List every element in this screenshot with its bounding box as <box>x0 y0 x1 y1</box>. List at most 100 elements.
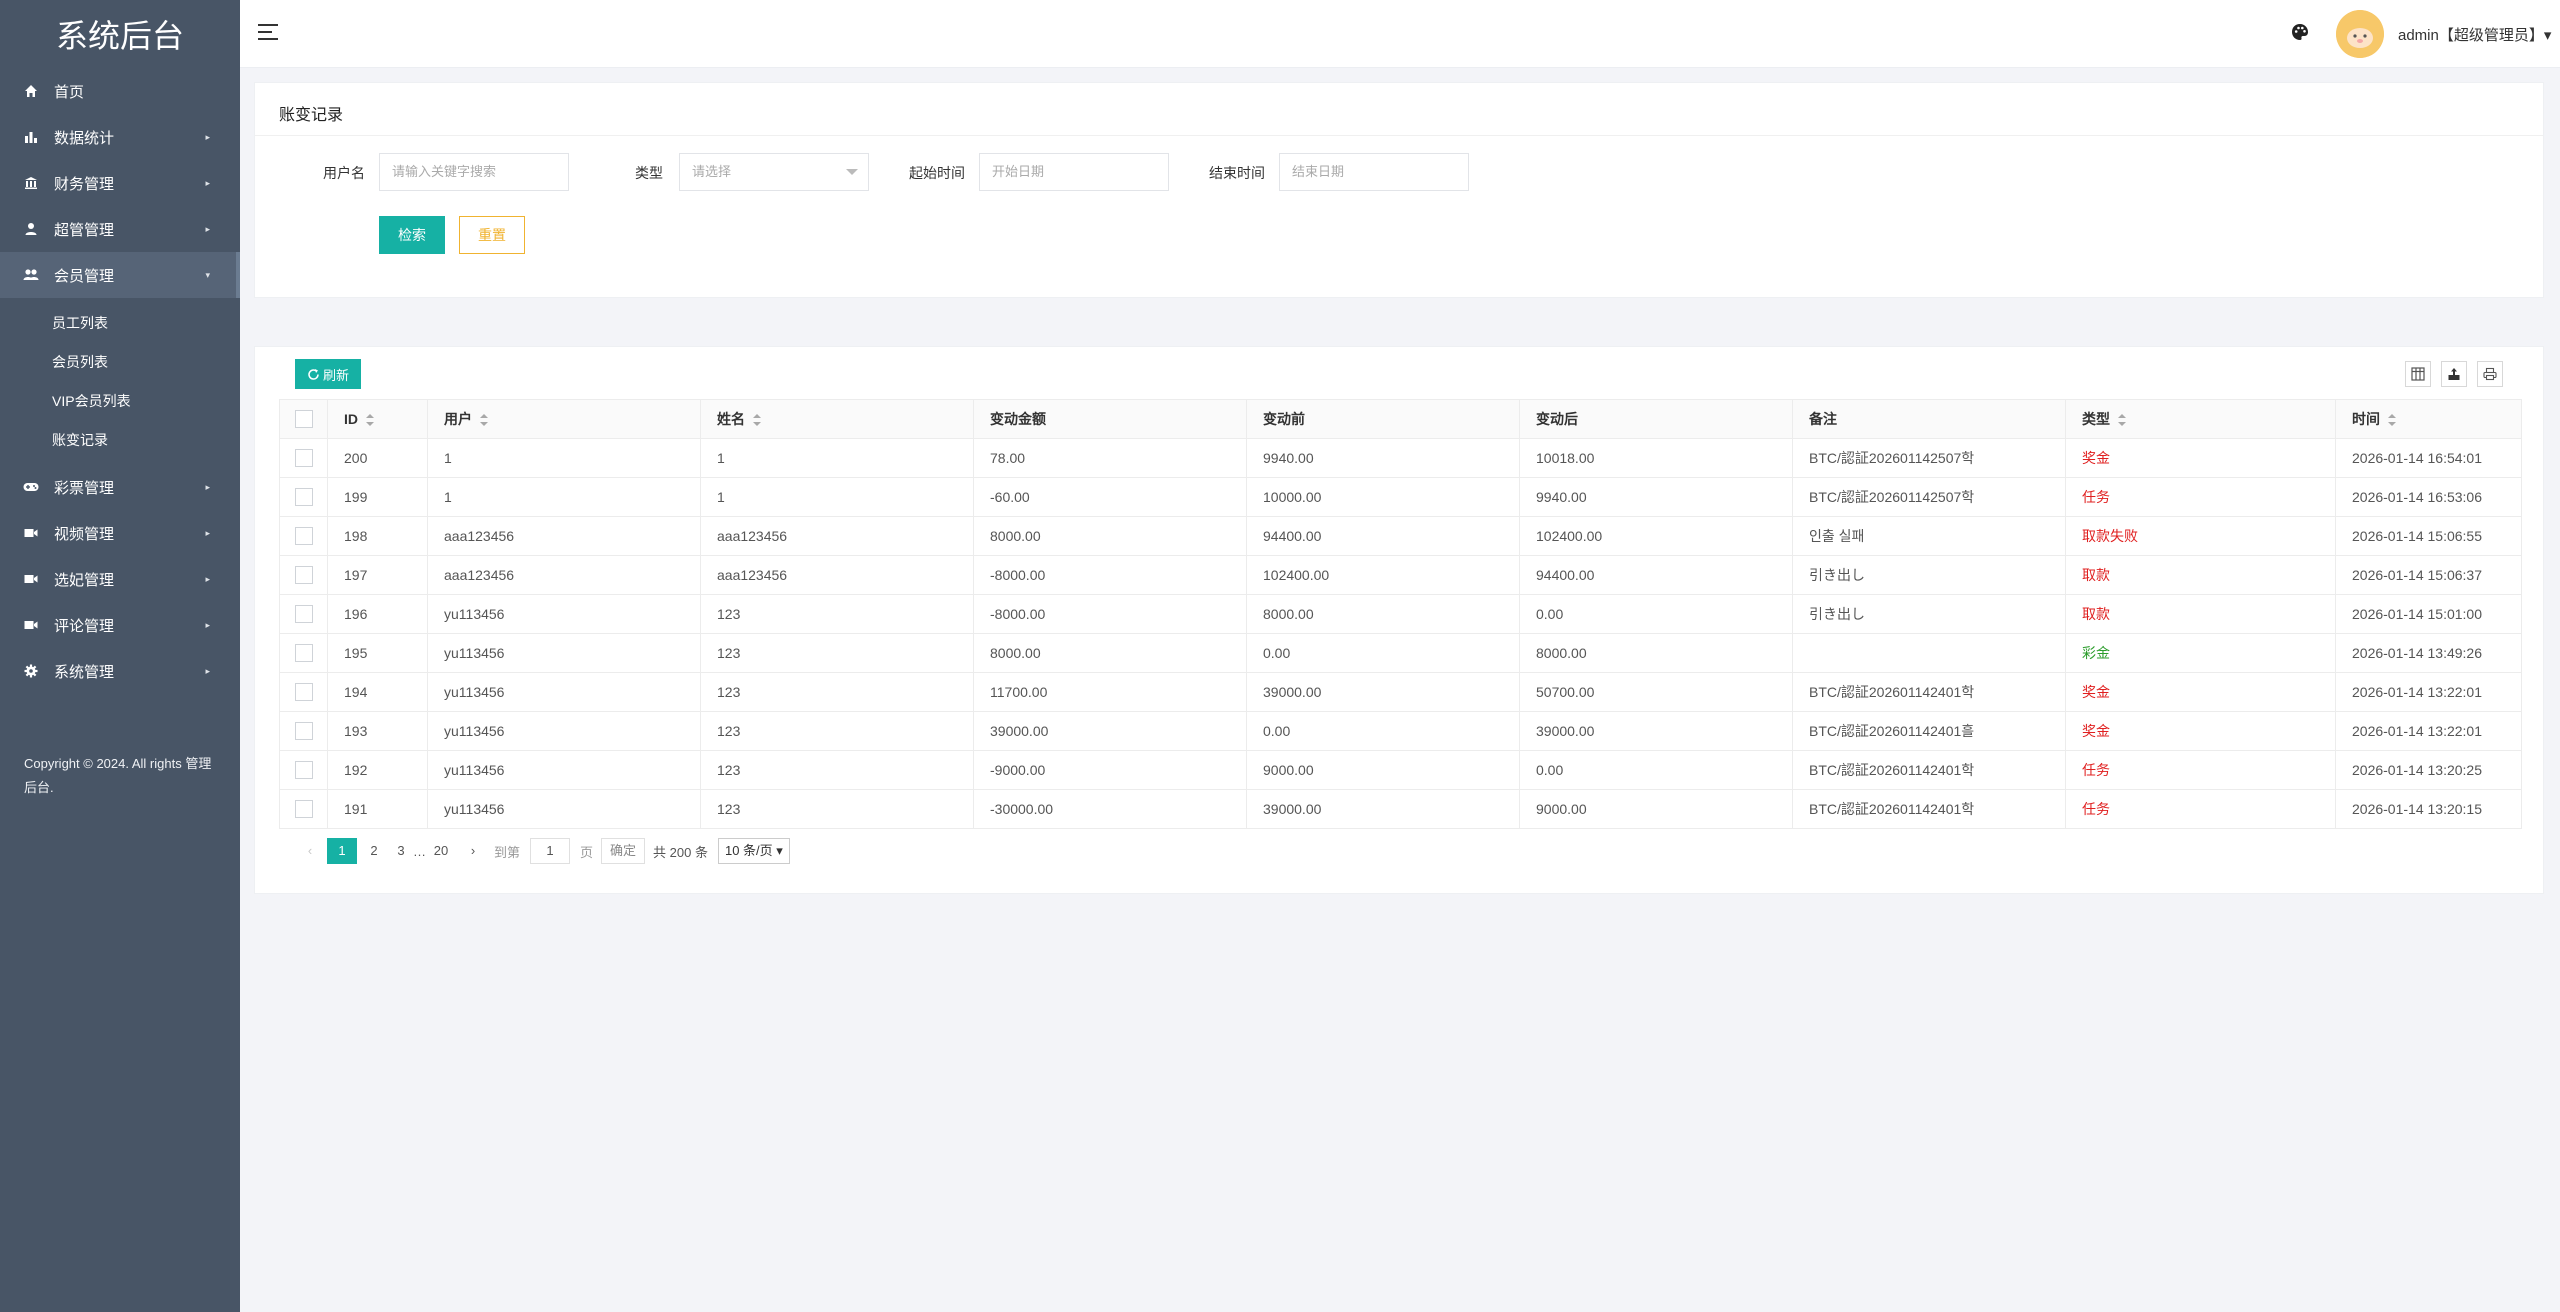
table-row: 197 aaa123456 aaa123456 -8000.00 102400.00 94… <box>279 555 2522 595</box>
cell-amount: 8000.00 <box>973 633 1247 673</box>
row-checkbox[interactable] <box>279 594 328 634</box>
export-icon[interactable] <box>2441 361 2467 387</box>
sidebar: 系统后台 首页 数据统计 ▸ 财务管理 ▸ 超管管理 ▸ 会员管理 ▾ 员工列表… <box>0 0 240 1312</box>
table-row: 192 yu113456 123 -9000.00 9000.00 0.00 BTC/認証2… <box>279 750 2522 790</box>
next-page-button[interactable]: › <box>458 838 488 864</box>
sidebar-item-lottery[interactable]: 彩票管理 ▸ <box>0 464 240 510</box>
row-checkbox[interactable] <box>279 789 328 829</box>
row-checkbox[interactable] <box>279 711 328 751</box>
cell-after: 102400.00 <box>1519 516 1793 556</box>
column-header-type[interactable]: 类型 <box>2065 399 2336 439</box>
row-checkbox[interactable] <box>279 672 328 712</box>
type-label: 类型 <box>635 165 663 181</box>
cell-time: 2026-01-14 15:06:55 <box>2335 516 2522 556</box>
chevron-right-icon: ▸ <box>205 481 210 492</box>
sidebar-item-finance[interactable]: 财务管理 ▸ <box>0 160 240 206</box>
start-date-input[interactable]: 开始日期 <box>979 153 1169 191</box>
row-checkbox[interactable] <box>279 516 328 556</box>
type-select[interactable]: 请选择 <box>679 153 869 191</box>
cell-user: yu113456 <box>427 750 701 790</box>
sort-icon[interactable] <box>753 414 761 427</box>
column-header-id[interactable]: ID <box>327 399 428 439</box>
search-button[interactable]: 检索 <box>379 216 445 254</box>
menu-toggle-icon[interactable] <box>258 24 278 40</box>
columns-icon[interactable] <box>2405 361 2431 387</box>
row-checkbox[interactable] <box>279 633 328 673</box>
reset-button[interactable]: 重置 <box>459 216 525 254</box>
total-count: 共 200 条 <box>653 844 708 860</box>
sidebar-item-home[interactable]: 首页 <box>0 68 240 114</box>
video-icon <box>22 570 40 588</box>
page-button-1[interactable]: 1 <box>327 838 357 864</box>
sidebar-item-system[interactable]: 系统管理 ▸ <box>0 648 240 694</box>
submenu-item-vip-list[interactable]: VIP会员列表 <box>0 382 240 421</box>
table-row: 199 1 1 -60.00 10000.00 9940.00 BTC/認証20260114… <box>279 477 2522 517</box>
table-row: 200 1 1 78.00 9940.00 10018.00 BTC/認証202601142… <box>279 438 2522 478</box>
sort-icon[interactable] <box>366 414 374 427</box>
row-checkbox[interactable] <box>279 750 328 790</box>
cell-id: 191 <box>327 789 428 829</box>
table-header-row: ID 用户 姓名 变动金额 变动前 变动后 备注 类型 时间 <box>279 399 2522 439</box>
cell-note: BTC/認証202601142401학 <box>1792 672 2066 712</box>
records-table: ID 用户 姓名 变动金额 变动前 变动后 备注 类型 时间 200 1 1 78.0… <box>279 399 2522 829</box>
cell-note: 인출 실패 <box>1792 516 2066 556</box>
cell-after: 39000.00 <box>1519 711 1793 751</box>
page-size-select[interactable]: 10 条/页 ▾ <box>717 838 790 864</box>
cell-id: 198 <box>327 516 428 556</box>
user-menu[interactable]: admin【超级管理员】▾ <box>2398 24 2551 45</box>
topbar: admin【超级管理员】▾ <box>240 0 2560 68</box>
row-checkbox[interactable] <box>279 555 328 595</box>
goto-confirm-button[interactable]: 确定 <box>601 838 646 864</box>
column-header-user[interactable]: 用户 <box>427 399 701 439</box>
submenu-item-member-list[interactable]: 会员列表 <box>0 343 240 382</box>
cell-user: yu113456 <box>427 672 701 712</box>
cell-after: 10018.00 <box>1519 438 1793 478</box>
cell-type: 奖金 <box>2065 438 2336 478</box>
cell-note: BTC/認証202601142401학 <box>1792 750 2066 790</box>
cell-type: 取款失败 <box>2065 516 2336 556</box>
sort-icon[interactable] <box>480 414 488 427</box>
row-checkbox[interactable] <box>279 438 328 478</box>
cell-id: 195 <box>327 633 428 673</box>
avatar[interactable] <box>2336 10 2384 58</box>
end-date-input[interactable]: 结束日期 <box>1279 153 1469 191</box>
column-header-name[interactable]: 姓名 <box>700 399 974 439</box>
sidebar-item-selection[interactable]: 选妃管理 ▸ <box>0 556 240 602</box>
goto-page-input[interactable]: 1 <box>530 838 571 864</box>
column-header-time[interactable]: 时间 <box>2335 399 2522 439</box>
refresh-button[interactable]: 刷新 <box>295 359 361 389</box>
cell-note <box>1792 633 2066 673</box>
username-input[interactable]: 请输入关键字搜索 <box>379 153 569 191</box>
page-button-last[interactable]: 20 <box>426 838 456 864</box>
sidebar-item-label: 选妃管理 <box>54 571 115 589</box>
sort-icon[interactable] <box>2388 414 2396 427</box>
sidebar-item-videos[interactable]: 视频管理 ▸ <box>0 510 240 556</box>
page-button-2[interactable]: 2 <box>359 838 389 864</box>
submenu-item-account-records[interactable]: 账变记录 <box>0 421 240 460</box>
video-icon <box>22 616 40 634</box>
table-card: 刷新 ID 用户 姓名 变动金额 变动前 变动后 备注 类型 时间 200 1 … <box>254 346 2544 894</box>
select-all-checkbox[interactable] <box>279 399 328 439</box>
chevron-right-icon: ▸ <box>205 223 210 234</box>
cell-name: aaa123456 <box>700 555 974 595</box>
print-icon[interactable] <box>2477 361 2503 387</box>
cell-amount: -8000.00 <box>973 594 1247 634</box>
cell-time: 2026-01-14 13:20:25 <box>2335 750 2522 790</box>
cell-amount: -60.00 <box>973 477 1247 517</box>
cell-time: 2026-01-14 13:22:01 <box>2335 672 2522 712</box>
cell-before: 8000.00 <box>1246 594 1520 634</box>
sort-icon[interactable] <box>2118 414 2126 427</box>
sidebar-item-stats[interactable]: 数据统计 ▸ <box>0 114 240 160</box>
palette-icon[interactable] <box>2290 22 2310 42</box>
page-button-3[interactable]: 3 <box>391 838 411 864</box>
cell-id: 200 <box>327 438 428 478</box>
prev-page-button[interactable]: ‹ <box>295 838 325 864</box>
cell-time: 2026-01-14 16:54:01 <box>2335 438 2522 478</box>
sidebar-item-admins[interactable]: 超管管理 ▸ <box>0 206 240 252</box>
row-checkbox[interactable] <box>279 477 328 517</box>
chevron-down-icon: ▾ <box>205 269 210 280</box>
sidebar-item-members[interactable]: 会员管理 ▾ <box>0 252 240 298</box>
page-ellipsis: … <box>413 843 426 859</box>
sidebar-item-comments[interactable]: 评论管理 ▸ <box>0 602 240 648</box>
submenu-item-staff-list[interactable]: 员工列表 <box>0 304 240 343</box>
